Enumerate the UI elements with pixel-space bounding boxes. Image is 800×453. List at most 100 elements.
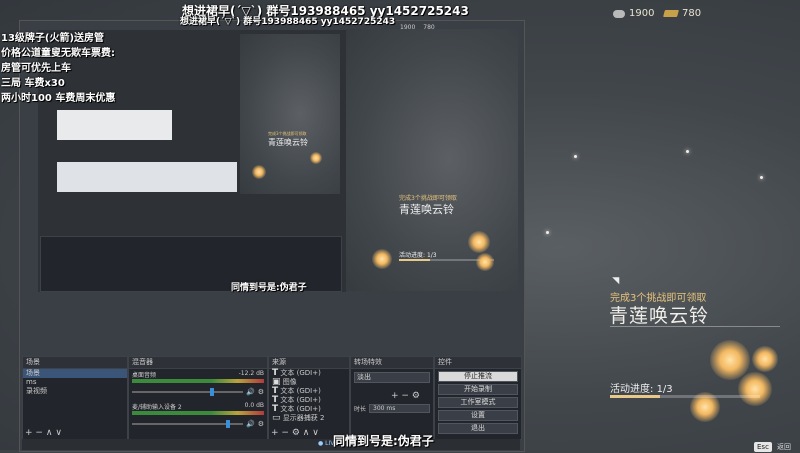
transition-select[interactable]: 淡出	[354, 372, 430, 383]
volume-knob[interactable]	[226, 420, 231, 428]
mixer-channel: 桌面音频 -12.2 dB 🔊 ⚙	[129, 369, 267, 397]
gear-icon[interactable]: ⚙	[258, 388, 264, 396]
audio-meter	[132, 411, 264, 415]
channel-db: -12.2 dB	[238, 370, 264, 377]
lantern-light	[468, 231, 490, 253]
scene-item[interactable]: 录视频	[23, 387, 127, 396]
source-label: 文本 (GDI+)	[280, 396, 321, 404]
source-item[interactable]: ▣ 图像	[269, 378, 349, 387]
add-scene-icon[interactable]: +	[25, 428, 33, 438]
nested-progress-value: 1/3	[426, 252, 437, 259]
controls-dock: 控件 停止推流 开始录制 工作室模式 设置 退出	[434, 356, 522, 440]
channel-name: 麦/辅助输入设备 2	[132, 404, 182, 411]
nested-bottom-overlay-text: 同情到号是:伪君子	[231, 283, 307, 293]
note-line: 三局 车费x30	[1, 78, 65, 89]
audio-meter	[132, 379, 264, 383]
note-line: 两小时100 车费周末优惠	[1, 93, 116, 104]
source-label: 文本 (GDI+)	[280, 387, 321, 395]
sources-title: 来源	[269, 357, 349, 369]
status-bar: ● LIVE	[22, 439, 520, 450]
scenes-title: 场景	[23, 357, 127, 369]
channel-db: 0.0 dB	[244, 402, 264, 409]
source-item[interactable]: T 文本 (GDI+)	[269, 387, 349, 396]
volume-slider[interactable]	[132, 388, 243, 396]
sources-toolbar: + − ⚙ ∧ ∨	[271, 428, 319, 438]
start-recording-button[interactable]: 开始录制	[438, 384, 518, 395]
silver-icon	[613, 9, 625, 18]
gold-amount: 780	[682, 8, 702, 19]
note-line: 价格公道童叟无欺车票费:	[1, 48, 115, 59]
add-source-icon[interactable]: +	[271, 428, 279, 438]
settings-button[interactable]: 设置	[438, 410, 518, 421]
scenes-dock: 场景 场景 ms 录视频 + − ∧ ∨	[22, 356, 128, 440]
light-spark	[760, 176, 763, 179]
source-item[interactable]: ▭ 显示器捕获 2	[269, 414, 349, 423]
nested-progress: 活动进度: 1/3	[399, 250, 437, 259]
lantern-light	[752, 346, 778, 372]
sources-dock: 来源 T 文本 (GDI+) ▣ 图像 T 文本 (GDI+) T 文本 (GD…	[268, 356, 350, 440]
move-up-icon[interactable]: ∧	[303, 428, 310, 438]
stop-streaming-button[interactable]: 停止推流	[438, 371, 518, 382]
divider	[610, 326, 780, 327]
silver-currency: 1900	[613, 8, 654, 19]
lantern-light	[252, 165, 266, 179]
source-label: 图像	[282, 378, 297, 386]
scene-item[interactable]: 场景	[23, 369, 127, 378]
event-title: 青莲唤云铃	[609, 305, 710, 327]
channel-name: 桌面音频	[132, 372, 157, 379]
studio-mode-button[interactable]: 工作室模式	[438, 397, 518, 408]
progress-bar-fill	[610, 395, 660, 398]
transition-toolbar: + − ⚙	[391, 391, 433, 401]
nested-event-title: 青莲唤云铃	[399, 203, 454, 216]
add-transition-icon[interactable]: +	[391, 391, 399, 401]
lantern-light	[372, 249, 392, 269]
note-line: 13级牌子(火箭)送房管	[1, 33, 105, 44]
gear-icon[interactable]: ⚙	[258, 420, 264, 428]
move-down-icon[interactable]: ∨	[312, 428, 319, 438]
remove-source-icon[interactable]: −	[281, 428, 289, 438]
move-down-icon[interactable]: ∨	[55, 428, 62, 438]
nested-progress-fill	[399, 259, 431, 261]
nested-top-overlay-text: 想进裙早(´▽`) 群号193988465 yy1452725243	[180, 17, 396, 27]
left-notes: 13级牌子(火箭)送房管 价格公道童叟无欺车票费: 房管可优先上车 三局 车费x…	[1, 31, 115, 106]
move-up-icon[interactable]: ∧	[46, 428, 53, 438]
bottom-overlay-text: 同情到号是:伪君子	[333, 434, 434, 448]
mixer-title: 混音器	[129, 357, 267, 369]
source-item[interactable]: T 文本 (GDI+)	[269, 405, 349, 414]
transitions-title: 转场特效	[351, 357, 433, 369]
silver-amount: 1900	[629, 8, 655, 19]
lantern-light	[310, 152, 322, 164]
gear-icon[interactable]: ⚙	[292, 428, 300, 438]
light-spark	[546, 231, 549, 234]
speaker-icon[interactable]: 🔊	[246, 420, 255, 428]
nested-obs-panels-2	[57, 162, 237, 192]
progress-value: 1/3	[656, 384, 673, 395]
transitions-dock: 转场特效 淡出 + − ⚙ 时长 300 ms	[350, 356, 434, 440]
esc-key: Esc	[754, 442, 772, 452]
source-label: 文本 (GDI+)	[280, 405, 321, 413]
nested-silver-amount: 1900	[400, 24, 416, 31]
gear-icon[interactable]: ⚙	[412, 391, 420, 401]
lantern-light	[738, 372, 772, 406]
exit-button[interactable]: 退出	[438, 423, 518, 434]
monitor-source-icon: ▭	[272, 413, 281, 423]
controls-title: 控件	[435, 357, 521, 369]
back-button[interactable]: Esc 返回	[754, 434, 791, 453]
nested-obs-panels-3	[57, 110, 172, 140]
nested2-event-title: 青莲唤云铃	[268, 138, 308, 147]
source-item[interactable]: T 文本 (GDI+)	[269, 396, 349, 405]
volume-knob[interactable]	[209, 388, 214, 396]
duration-input[interactable]: 300 ms	[369, 404, 430, 413]
remove-transition-icon[interactable]: −	[401, 391, 409, 401]
source-item[interactable]: T 文本 (GDI+)	[269, 369, 349, 378]
nested-progress-label: 活动进度:	[399, 252, 426, 259]
remove-scene-icon[interactable]: −	[35, 428, 43, 438]
speaker-icon[interactable]: 🔊	[246, 388, 255, 396]
gold-icon	[663, 10, 679, 17]
nested-hud: 1900 780	[400, 24, 435, 31]
volume-slider[interactable]	[132, 420, 243, 428]
nested-gold-amount: 780	[423, 24, 435, 31]
scene-item[interactable]: ms	[23, 378, 127, 387]
light-spark	[574, 155, 577, 158]
duration-label: 时长	[354, 406, 367, 413]
